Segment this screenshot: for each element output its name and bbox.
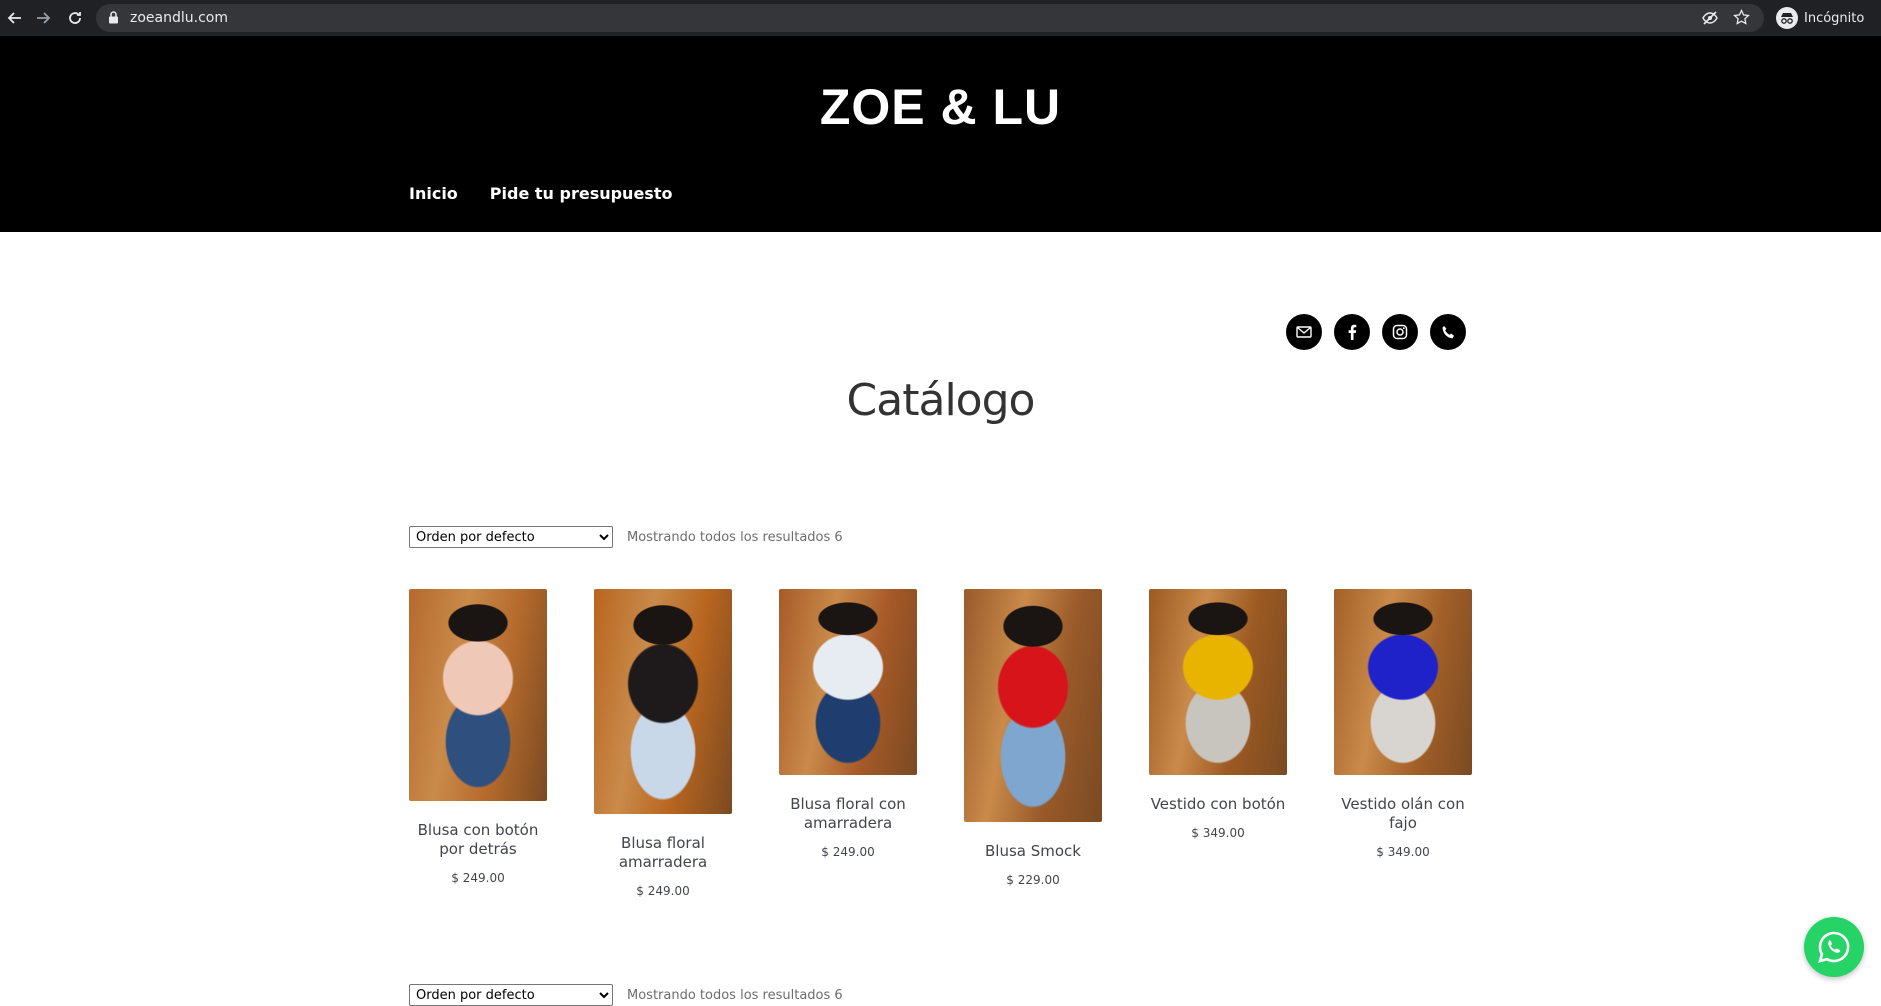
result-count: Mostrando todos los resultados 6 bbox=[627, 987, 843, 1003]
reload-icon bbox=[69, 12, 81, 24]
product-name[interactable]: Blusa floral con amarradera bbox=[779, 795, 917, 833]
eye-off-icon[interactable] bbox=[1702, 10, 1718, 31]
browser-toolbar: zoeandlu.com Incógnito bbox=[0, 0, 1881, 36]
product-image[interactable] bbox=[1334, 589, 1472, 775]
site-title[interactable]: ZOE & LU bbox=[0, 78, 1881, 136]
product-name[interactable]: Blusa con botón por detrás bbox=[409, 821, 547, 859]
product-name[interactable]: Blusa floral amarradera bbox=[594, 834, 732, 872]
product-price: $ 249.00 bbox=[821, 845, 875, 859]
product-image[interactable] bbox=[964, 589, 1102, 822]
incognito-indicator[interactable]: Incógnito bbox=[1776, 6, 1864, 30]
product-image[interactable] bbox=[779, 589, 917, 775]
product-card[interactable]: Blusa Smock $ 229.00 bbox=[964, 589, 1102, 887]
product-price: $ 229.00 bbox=[1006, 873, 1060, 887]
product-card[interactable]: Vestido olán con fajo $ 349.00 bbox=[1334, 589, 1472, 859]
sorting-toolbar-top: Orden por defecto Mostrando todos los re… bbox=[409, 526, 843, 548]
incognito-label: Incógnito bbox=[1804, 10, 1865, 26]
product-image[interactable] bbox=[409, 589, 547, 801]
arrow-right-icon bbox=[37, 12, 51, 24]
facebook-icon bbox=[1348, 324, 1357, 340]
back-button[interactable] bbox=[0, 3, 30, 33]
lock-icon bbox=[108, 11, 119, 29]
whatsapp-chat-button[interactable] bbox=[1804, 917, 1864, 977]
site-header: ZOE & LU Inicio Pide tu presupuesto bbox=[0, 36, 1881, 232]
bookmark-star-icon[interactable] bbox=[1733, 8, 1750, 31]
orderby-select[interactable]: Orden por defecto bbox=[409, 984, 613, 1006]
phone-icon bbox=[1442, 325, 1454, 338]
product-price: $ 249.00 bbox=[636, 884, 690, 898]
orderby-select[interactable]: Orden por defecto bbox=[409, 526, 613, 548]
nav-item-inicio[interactable]: Inicio bbox=[409, 184, 458, 203]
instagram-button[interactable] bbox=[1382, 314, 1418, 350]
product-price: $ 349.00 bbox=[1191, 826, 1245, 840]
nav-item-presupuesto[interactable]: Pide tu presupuesto bbox=[490, 184, 673, 203]
social-links bbox=[1286, 314, 1466, 350]
product-name[interactable]: Vestido olán con fajo bbox=[1334, 795, 1472, 833]
product-card[interactable]: Blusa con botón por detrás $ 249.00 bbox=[409, 589, 547, 885]
incognito-icon bbox=[1776, 7, 1798, 29]
url-text: zoeandlu.com bbox=[130, 10, 228, 26]
mail-icon bbox=[1296, 326, 1312, 338]
product-card[interactable]: Blusa floral amarradera $ 249.00 bbox=[594, 589, 732, 898]
instagram-icon bbox=[1392, 324, 1408, 340]
forward-button[interactable] bbox=[28, 3, 58, 33]
product-card[interactable]: Blusa floral con amarradera $ 249.00 bbox=[779, 589, 917, 859]
address-bar[interactable]: zoeandlu.com bbox=[96, 4, 1764, 32]
arrow-left-icon bbox=[7, 12, 21, 24]
product-image[interactable] bbox=[594, 589, 732, 814]
product-price: $ 349.00 bbox=[1376, 845, 1430, 859]
facebook-button[interactable] bbox=[1334, 314, 1370, 350]
product-name[interactable]: Blusa Smock bbox=[964, 842, 1102, 861]
reload-button[interactable] bbox=[60, 3, 90, 33]
main-nav: Inicio Pide tu presupuesto bbox=[409, 184, 672, 203]
mail-button[interactable] bbox=[1286, 314, 1322, 350]
phone-button[interactable] bbox=[1430, 314, 1466, 350]
product-name[interactable]: Vestido con botón bbox=[1149, 795, 1287, 814]
product-image[interactable] bbox=[1149, 589, 1287, 775]
product-price: $ 249.00 bbox=[451, 871, 505, 885]
page-title: Catálogo bbox=[846, 375, 1036, 426]
result-count: Mostrando todos los resultados 6 bbox=[627, 529, 843, 545]
sorting-toolbar-bottom: Orden por defecto Mostrando todos los re… bbox=[409, 984, 843, 1006]
product-card[interactable]: Vestido con botón $ 349.00 bbox=[1149, 589, 1287, 840]
whatsapp-icon bbox=[1818, 931, 1850, 963]
